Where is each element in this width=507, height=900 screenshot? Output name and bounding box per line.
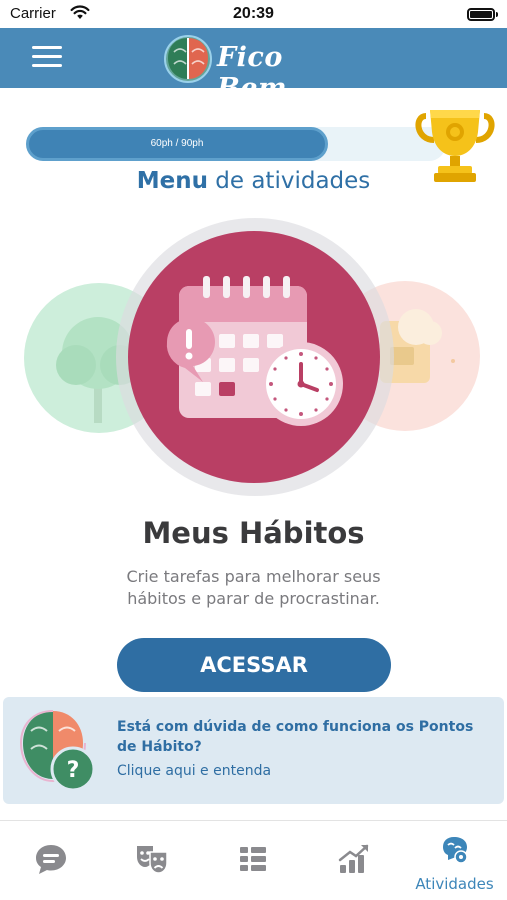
tab-emotions[interactable]: [101, 821, 202, 900]
chart-growth-icon: [338, 844, 369, 873]
brain-activities-icon: [443, 837, 468, 864]
help-link[interactable]: Clique aqui e entenda: [117, 763, 271, 779]
menu-title-rest: de atividades: [207, 168, 371, 194]
calendar-clock-icon: [163, 272, 353, 442]
tab-progress[interactable]: [303, 821, 404, 900]
app-logo: Fico Bem: [162, 34, 352, 104]
tab-activities-label: Atividades: [415, 875, 494, 893]
list-icon: [240, 847, 266, 871]
tab-bar: Atividades: [0, 820, 507, 900]
help-title: Está com dúvida de como funciona os Pont…: [117, 719, 474, 755]
tab-list[interactable]: [202, 821, 303, 900]
access-button[interactable]: ACESSAR: [117, 638, 391, 692]
theater-masks-icon: [137, 846, 168, 874]
clock-time: 20:39: [233, 5, 274, 22]
tab-chat[interactable]: [0, 821, 101, 900]
menu-title: Menu de atividades: [0, 168, 507, 194]
chat-icon: [36, 845, 66, 874]
progress-label: 60ph / 90ph: [150, 138, 204, 149]
battery-icon: [467, 8, 498, 21]
app-header: Fico Bem: [0, 28, 507, 104]
habit-points-progress: 60ph / 90ph: [26, 127, 446, 161]
svg-text:?: ?: [67, 758, 80, 783]
activity-description: Crie tarefas para melhorar seus hábitos …: [126, 567, 381, 608]
brain-logo-icon: [164, 35, 212, 83]
tab-activities[interactable]: Atividades: [404, 821, 505, 900]
activity-title: Meus Hábitos: [142, 516, 365, 550]
brain-question-icon: ?: [19, 710, 96, 792]
app-screen: Carrier 20:39 Fico Bem 60ph / 90ph Menu …: [0, 0, 507, 900]
help-card[interactable]: ? Está com dúvida de como funciona os Po…: [3, 697, 504, 804]
menu-title-bold: Menu: [136, 168, 208, 194]
status-bar: Carrier 20:39: [0, 0, 507, 28]
hamburger-menu-icon[interactable]: [32, 46, 62, 68]
app-name: Fico Bem: [217, 42, 288, 104]
progress-fill: 60ph / 90ph: [26, 127, 328, 161]
